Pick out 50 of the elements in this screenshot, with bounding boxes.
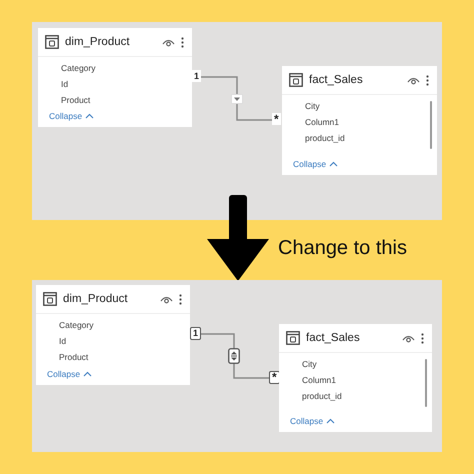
table-icon [45, 35, 59, 49]
table-card[interactable]: dim_Product Category Id Product Collapse [36, 285, 190, 385]
eye-icon[interactable] [402, 334, 415, 342]
filter-direction-icon[interactable] [231, 94, 243, 104]
column-name[interactable]: Id [59, 333, 190, 349]
eye-icon[interactable] [162, 38, 175, 46]
chevron-up-icon [329, 161, 338, 167]
table-card[interactable]: fact_Sales City Column1 product_id Collapse [279, 324, 432, 432]
collapse-button[interactable]: Collapse [38, 111, 94, 127]
eye-icon[interactable] [160, 294, 173, 304]
collapse-button[interactable]: Collapse [282, 159, 338, 175]
bidirectional-filter-icon[interactable] [228, 348, 240, 364]
caption: Change to this [278, 237, 407, 260]
column-name[interactable]: Column1 [302, 372, 432, 388]
chevron-up-icon [326, 418, 336, 424]
eye-icon[interactable] [407, 76, 420, 84]
collapse-button[interactable]: Collapse [36, 369, 92, 385]
table-title: dim_Product [65, 36, 131, 48]
chevron-up-icon [83, 371, 92, 377]
scrollbar[interactable] [430, 101, 432, 149]
more-icon[interactable] [421, 332, 424, 344]
column-name[interactable]: Id [61, 76, 192, 92]
down-arrow-icon [207, 195, 269, 281]
column-name[interactable]: Column1 [305, 114, 437, 130]
more-icon[interactable] [181, 36, 184, 48]
table-card[interactable]: dim_Product Category Id Product Collapse [38, 28, 192, 127]
cardinality-label: * [272, 113, 281, 125]
column-name[interactable]: Product [61, 92, 192, 108]
column-name[interactable]: Category [59, 317, 190, 333]
column-name[interactable]: City [302, 356, 432, 372]
table-icon [286, 331, 300, 345]
collapse-button[interactable]: Collapse [279, 416, 336, 432]
more-icon[interactable] [179, 294, 182, 304]
column-name[interactable]: product_id [305, 130, 437, 146]
cardinality-label: * [269, 371, 280, 384]
table-title: fact_Sales [309, 74, 364, 86]
more-icon[interactable] [426, 74, 429, 86]
column-name[interactable]: Product [59, 349, 190, 365]
chevron-up-icon [85, 113, 94, 119]
cardinality-label: 1 [192, 70, 202, 82]
table-title: fact_Sales [306, 332, 361, 344]
column-name[interactable]: product_id [302, 388, 432, 404]
column-name[interactable]: Category [61, 60, 192, 76]
table-icon [289, 73, 303, 87]
table-icon [43, 292, 57, 306]
column-name[interactable]: City [305, 98, 437, 114]
table-title: dim_Product [63, 293, 129, 305]
table-card[interactable]: fact_Sales City Column1 product_id Collapse [282, 66, 437, 175]
cardinality-label: 1 [190, 327, 202, 340]
scrollbar[interactable] [425, 359, 427, 407]
